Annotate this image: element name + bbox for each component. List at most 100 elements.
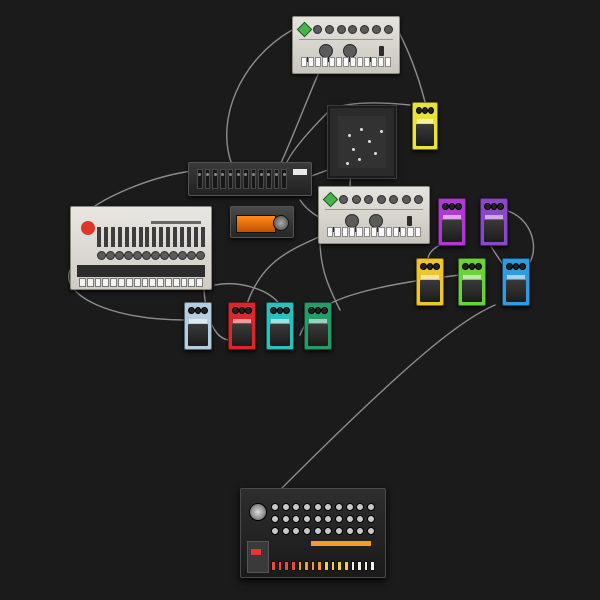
level-faders: [97, 227, 205, 247]
xy-dot[interactable]: [348, 134, 351, 137]
model-nameplate: [151, 221, 201, 224]
bass-synthesizer-2[interactable]: [318, 186, 430, 244]
step-buttons: [79, 278, 203, 287]
xy-dot[interactable]: [374, 152, 377, 155]
step-button[interactable]: [304, 561, 309, 571]
mixer-badge: [293, 169, 307, 175]
brand-stripe: [311, 541, 371, 546]
tempo-knob-icon[interactable]: [345, 214, 359, 228]
knob-icon[interactable]: [324, 24, 334, 34]
step-button[interactable]: [310, 561, 316, 571]
bass-synthesizer-1[interactable]: [292, 16, 400, 74]
xy-dot[interactable]: [352, 148, 355, 151]
knob-icon[interactable]: [372, 24, 382, 34]
knob-icon[interactable]: [383, 24, 393, 34]
footswitch[interactable]: [308, 323, 328, 346]
xy-dot[interactable]: [360, 128, 363, 131]
step-button[interactable]: [290, 561, 296, 571]
step-button[interactable]: [284, 561, 289, 571]
knob-row: [322, 191, 423, 207]
footswitch[interactable]: [420, 279, 440, 302]
xy-dot[interactable]: [358, 158, 361, 161]
keyboard[interactable]: [327, 227, 422, 237]
keyboard[interactable]: [301, 57, 391, 67]
drum-machine-909[interactable]: [70, 206, 212, 290]
knob-icon[interactable]: [312, 24, 322, 34]
master-knob-icon[interactable]: [249, 503, 267, 521]
gem-indicator-icon: [322, 191, 339, 207]
pedal-teal[interactable]: [266, 302, 294, 350]
patch-cable: [244, 231, 331, 311]
step-button[interactable]: [277, 561, 283, 571]
step-button[interactable]: [271, 561, 276, 571]
footswitch[interactable]: [188, 323, 208, 346]
pedal-purple-1[interactable]: [438, 198, 466, 246]
knob-icon[interactable]: [351, 194, 361, 204]
xy-dot[interactable]: [346, 162, 349, 165]
side-panel: [247, 541, 269, 573]
volume-knob-icon[interactable]: [343, 44, 357, 58]
footswitch[interactable]: [416, 123, 434, 146]
mixer-channels: [197, 169, 288, 189]
xy-pad-surface[interactable]: [338, 116, 386, 168]
pedal-green[interactable]: [458, 258, 486, 306]
sequencer-stripe: [77, 265, 205, 277]
xy-dot[interactable]: [380, 130, 383, 133]
footswitch[interactable]: [484, 219, 504, 242]
orange-toggle-icon[interactable]: [379, 46, 384, 56]
step-button[interactable]: [330, 561, 336, 571]
knob-row: [296, 21, 393, 37]
step-button[interactable]: [350, 561, 356, 571]
mixer[interactable]: [188, 162, 312, 196]
knob-icon[interactable]: [364, 194, 374, 204]
step-button[interactable]: [337, 561, 342, 571]
patch-cable: [319, 239, 341, 311]
step-button[interactable]: [370, 561, 375, 571]
pedal-red[interactable]: [228, 302, 256, 350]
gem-indicator-icon: [296, 21, 313, 37]
knob-icon[interactable]: [401, 194, 411, 204]
footswitch[interactable]: [442, 219, 462, 242]
step-buttons: [271, 561, 375, 571]
pedal-blue[interactable]: [502, 258, 530, 306]
step-button[interactable]: [324, 561, 329, 571]
knob-row: [271, 527, 375, 535]
xy-dot[interactable]: [368, 140, 371, 143]
drum-machine-808[interactable]: [240, 488, 386, 578]
pedal-yellow-top[interactable]: [412, 102, 438, 150]
knob-icon[interactable]: [339, 194, 349, 204]
knob-icon[interactable]: [360, 24, 370, 34]
knob-row: [271, 503, 375, 511]
tempo-knob-icon[interactable]: [319, 44, 333, 58]
step-button[interactable]: [343, 561, 349, 571]
footswitch[interactable]: [270, 323, 290, 346]
rotary-knob-icon[interactable]: [273, 215, 289, 231]
pedal-purple-2[interactable]: [480, 198, 508, 246]
brand-logo-icon: [81, 221, 95, 235]
knob-icon[interactable]: [389, 194, 399, 204]
step-button[interactable]: [357, 561, 362, 571]
footswitch[interactable]: [506, 279, 526, 302]
pedal-yellow-2[interactable]: [416, 258, 444, 306]
step-button[interactable]: [317, 561, 322, 571]
orange-screen: [236, 215, 276, 233]
step-button[interactable]: [297, 561, 303, 571]
footswitch[interactable]: [232, 323, 252, 346]
xy-pad[interactable]: [328, 106, 396, 178]
knob-icon[interactable]: [336, 24, 346, 34]
knob-row: [97, 251, 205, 260]
knob-icon[interactable]: [413, 194, 423, 204]
orange-toggle-icon[interactable]: [407, 216, 412, 226]
start-stop-button[interactable]: [251, 549, 261, 555]
knob-icon[interactable]: [348, 24, 358, 34]
step-button[interactable]: [363, 561, 369, 571]
footswitch[interactable]: [462, 279, 482, 302]
display-unit[interactable]: [230, 206, 294, 238]
pedal-light-blue[interactable]: [184, 302, 212, 350]
knob-icon[interactable]: [376, 194, 386, 204]
volume-knob-icon[interactable]: [369, 214, 383, 228]
patch-cable: [89, 169, 201, 211]
knob-row: [271, 515, 375, 523]
pedal-dark-green[interactable]: [304, 302, 332, 350]
patch-cable: [226, 29, 293, 166]
